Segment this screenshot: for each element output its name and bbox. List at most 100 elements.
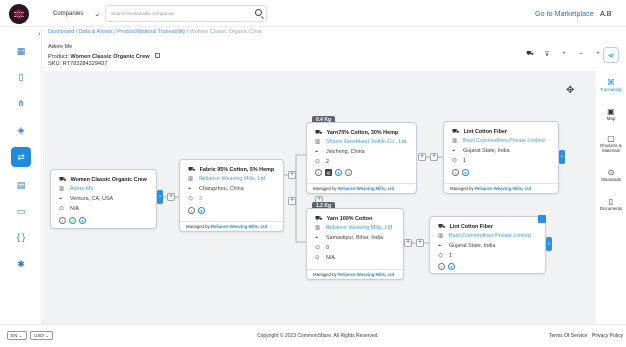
info-icon[interactable]: i	[59, 217, 66, 224]
node-count: ⌬ 1	[438, 253, 452, 259]
traceability-icon: ⌘	[607, 78, 615, 87]
node-company[interactable]: ▥ Reliance Weaving Mills, Ltd	[188, 176, 265, 182]
location-icon: ⌖	[452, 148, 456, 154]
add-connection-button[interactable]: +	[167, 193, 175, 201]
panel-traceability[interactable]: ⌘ Traceability	[596, 78, 626, 93]
panel-map[interactable]: ▣ Map	[596, 108, 626, 122]
leaf-icon: ⌬	[188, 196, 193, 202]
documents-icon: ▯	[608, 197, 614, 206]
node-location: ⌖ Samastipur, Bihar, India	[315, 235, 383, 241]
fabric-node[interactable]: ⛟ Fabric 95% Cotton, 5% Hemp ▥ Reliance We…	[179, 159, 284, 232]
managed-by: Managed by Reliance Weaving Mills, Ltd	[180, 221, 283, 231]
node-count: ⌬ 1	[452, 158, 466, 164]
shirt-icon: ⛟	[438, 224, 446, 230]
building-icon: ▥	[438, 233, 444, 239]
node-location: ⌖ Ventura, CA, USA	[59, 196, 114, 202]
node-badges: i ●	[438, 263, 455, 270]
location-icon: ⌖	[315, 235, 319, 241]
leaf-icon: ⌬	[59, 206, 64, 212]
node-title: ⛟ Yarn70% Cotton, 30% Hemp	[315, 130, 399, 136]
leaf-icon: ⌬	[315, 159, 320, 165]
info-icon[interactable]: i	[452, 169, 459, 176]
node-location: ⌖ Gujarat State, India	[452, 148, 510, 154]
node-company[interactable]: ▥ Reliance Weaving Mills, Ltd	[315, 225, 392, 231]
building-icon: ▥	[315, 225, 321, 231]
node-company[interactable]: ▥ Adore Me	[59, 186, 93, 192]
add-connection-button[interactable]: +	[404, 239, 412, 247]
terms-link[interactable]: Terms Of Service	[549, 333, 587, 339]
fiber-node-1[interactable]: ⛟ Lint Cotton Fiber ▥ Basil Commodities Pr…	[443, 121, 559, 194]
add-connection-button[interactable]: +	[430, 153, 438, 161]
node-badges: i ✓ ●	[59, 217, 86, 224]
certification-icon[interactable]: ✓	[69, 217, 76, 224]
node-title: ⛟ Yarn 100% Cotton	[315, 216, 373, 222]
node-count: ⌬ 2	[315, 159, 329, 165]
node-location: ⌖ Gujarat State, India	[438, 243, 496, 249]
standards-icon: ⊙	[607, 168, 615, 177]
node-title: ⛟ Lint Cotton Fiber	[438, 224, 493, 230]
more-icon[interactable]: ?	[345, 169, 352, 176]
managed-by: Managed by Reliance Weaving Mills, Ltd	[307, 183, 416, 193]
copyright: Copyright © 2023 CommonShare. All Rights…	[257, 333, 379, 339]
currency-select[interactable]: USD ⌄	[30, 331, 53, 340]
leaf-icon: ⌬	[452, 158, 457, 164]
node-count: ⌬ 0	[315, 245, 329, 251]
panel-products-materials[interactable]: ▢ Products & Materials	[596, 134, 626, 154]
node-company[interactable]: ▥ Basil Commodities Private Limited	[452, 138, 545, 144]
shirt-icon: ⛟	[59, 177, 67, 183]
node-count: ⌬ 3	[188, 196, 202, 202]
info-icon[interactable]: i	[188, 207, 195, 214]
add-connection-button[interactable]: +	[288, 197, 296, 205]
building-icon: ▥	[188, 176, 194, 182]
node-badges: i ▤ ● ?	[315, 169, 352, 176]
node-location: ⌖ Changzhou, China	[188, 186, 244, 192]
node-title: ⛟ Women Classic Organic Crew	[59, 177, 147, 183]
managed-by: Managed by Reliance Weaving Mills, Ltd	[444, 183, 558, 193]
expand-handle[interactable]: ›	[559, 150, 565, 164]
verified-icon[interactable]: ●	[79, 217, 86, 224]
cert-icon: ⊙	[315, 255, 320, 261]
verified-icon[interactable]: ●	[198, 207, 205, 214]
leaf-icon: ⌬	[315, 245, 320, 251]
product-node[interactable]: ⛟ Women Classic Organic Crew ▥ Adore Me ⌖ V…	[50, 169, 157, 229]
location-icon: ⌖	[315, 149, 319, 155]
shirt-icon: ⛟	[188, 167, 196, 173]
add-connection-button[interactable]: +	[416, 239, 424, 247]
node-location: ⌖ Jincheng, China	[315, 149, 365, 155]
verified-icon[interactable]: ●	[462, 169, 469, 176]
yarn-node-1[interactable]: ⛟ Yarn70% Cotton, 30% Hemp ▥ Shanxi Greenl…	[306, 122, 417, 194]
node-title: ⛟ Lint Cotton Fiber	[452, 129, 507, 135]
info-icon[interactable]: i	[438, 263, 445, 270]
node-extra: ⊙ N/A	[315, 255, 335, 261]
location-icon: ⌖	[59, 196, 63, 202]
panel-documents[interactable]: ▯ Documents	[596, 197, 626, 212]
node-company[interactable]: ▥ Basil Commodities Private Limited	[438, 233, 531, 239]
language-select[interactable]: EN ⌄	[7, 331, 27, 340]
document-badge-icon[interactable]: ▤	[325, 169, 332, 176]
leaf-icon: ⌬	[438, 253, 443, 259]
expand-handle[interactable]: ›	[157, 190, 163, 204]
yarn-node-2[interactable]: ⛟ Yarn 100% Cotton ▥ Reliance Weaving Mill…	[306, 208, 404, 280]
verified-icon[interactable]: ●	[335, 169, 342, 176]
add-connection-button[interactable]: +	[418, 153, 426, 161]
fiber-node-2[interactable]: ⛟ Lint Cotton Fiber ▥ Basil Commodities Pr…	[429, 216, 546, 274]
panel-standards[interactable]: ⊙ Standards	[596, 168, 626, 183]
node-title: ⛟ Fabric 95% Cotton, 5% Hemp	[188, 167, 275, 173]
building-icon: ▥	[452, 138, 458, 144]
box-icon: ▢	[607, 134, 615, 143]
shirt-icon: ⛟	[315, 216, 323, 222]
info-icon[interactable]: i	[315, 169, 322, 176]
expand-handle[interactable]: ›	[546, 237, 552, 251]
node-company[interactable]: ▥ Shanxi Greenland Textile Co., Ltd	[315, 139, 406, 145]
shirt-icon: ⛟	[452, 129, 460, 135]
shirt-icon: ⛟	[315, 130, 323, 136]
building-icon: ▥	[315, 139, 321, 145]
building-icon: ▥	[59, 186, 65, 192]
add-connection-button[interactable]: +	[288, 171, 296, 179]
select-corner-icon[interactable]	[538, 215, 546, 223]
node-badges: i ●	[188, 207, 205, 214]
verified-icon[interactable]: ●	[448, 263, 455, 270]
node-badges: i ●	[452, 169, 469, 176]
privacy-link[interactable]: Privacy Policy	[592, 333, 623, 339]
location-icon: ⌖	[188, 186, 192, 192]
